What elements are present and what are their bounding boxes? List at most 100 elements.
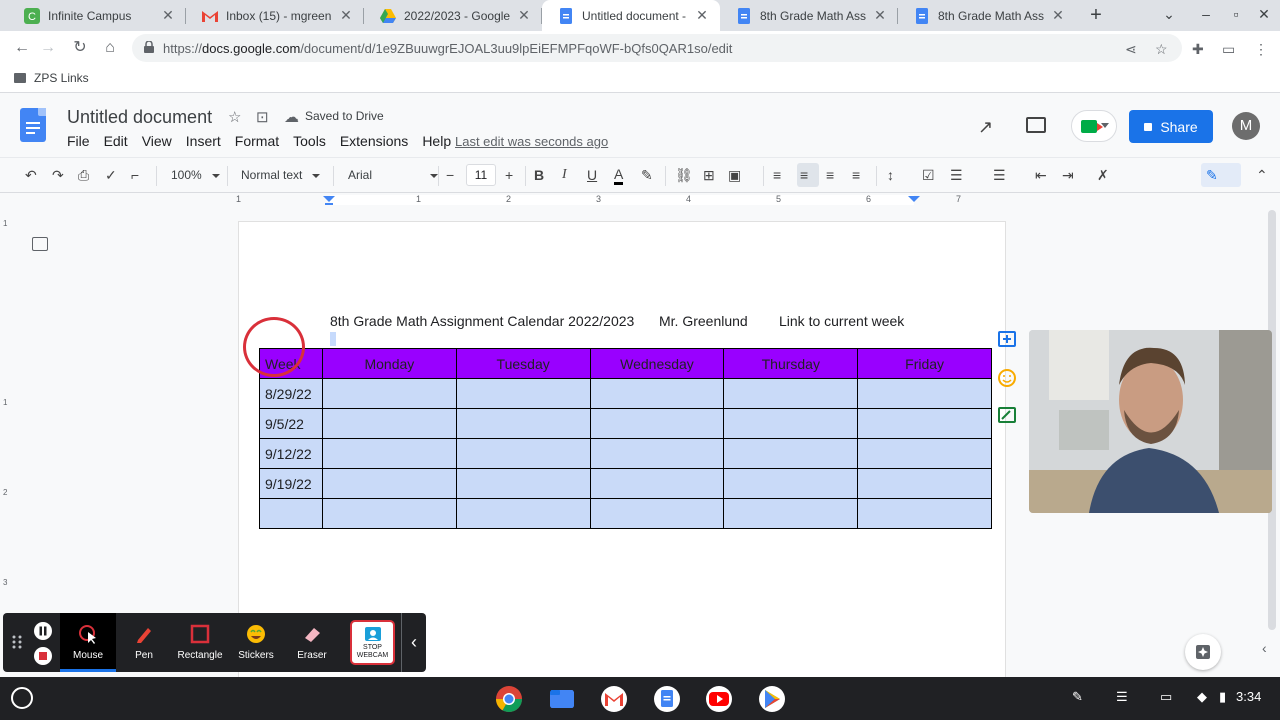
last-edit-link[interactable]: Last edit was seconds ago [455,134,608,149]
print-icon[interactable]: ⎙ [78,167,89,184]
table-cell[interactable] [455,468,591,499]
header-wednesday[interactable]: Wednesday [589,348,725,379]
chrome-icon[interactable] [495,685,523,713]
stop-recording-icon[interactable] [33,646,53,666]
add-comment-icon[interactable]: ⊞ [703,167,715,184]
table-cell[interactable] [589,378,725,409]
spellcheck-icon[interactable]: ✓ [105,167,117,184]
explore-assistant-button[interactable] [1185,634,1221,670]
increase-indent-icon[interactable]: ⇥ [1062,167,1074,184]
bulleted-list-icon[interactable]: ☰ [950,167,963,184]
stylus-icon[interactable]: ✎ [1072,689,1083,705]
stickers-tool-button[interactable]: Stickers [228,613,284,672]
forward-icon[interactable]: → [37,37,59,59]
table-cell[interactable] [455,408,591,439]
clipboard-icon[interactable]: ☰ [1116,689,1128,705]
table-cell[interactable] [455,378,591,409]
activity-trend-icon[interactable]: ↗ [978,117,993,138]
stop-webcam-button[interactable]: STOP WEBCAM [350,620,395,665]
italic-button[interactable]: I [562,167,567,183]
table-cell[interactable] [589,468,725,499]
mouse-tool-button[interactable]: Mouse [60,613,116,672]
close-tab-icon[interactable]: ✕ [694,7,710,24]
text-color-button[interactable]: A [614,167,624,185]
clock[interactable]: 3:34 [1236,689,1261,704]
table-cell[interactable] [857,408,992,439]
menu-format[interactable]: Format [235,133,279,149]
hide-menus-icon[interactable]: ⌃ [1256,167,1268,184]
star-icon[interactable]: ☆ [228,108,241,126]
wifi-icon[interactable]: ◆ [1197,689,1207,705]
pause-icon[interactable] [33,621,53,641]
font-size-input[interactable]: 11 [466,164,496,186]
header-tuesday[interactable]: Tuesday [455,348,591,379]
docs-icon[interactable] [653,685,681,713]
emoji-reaction-icon[interactable] [996,367,1018,389]
minimize-icon[interactable]: – [1196,6,1216,22]
meet-button[interactable] [1071,110,1117,142]
align-center-icon[interactable]: ≡ [800,167,808,183]
week-cell[interactable]: 9/19/22 [259,468,323,499]
tab-infinite-campus[interactable]: C Infinite Campus ✕ [8,0,186,31]
table-cell[interactable] [723,498,859,529]
justify-icon[interactable]: ≡ [852,167,860,183]
table-cell[interactable] [857,498,992,529]
collapse-toolbar-icon[interactable]: ‹ [401,613,426,672]
rectangle-tool-button[interactable]: Rectangle [172,613,228,672]
indent-marker-icon[interactable] [323,196,335,206]
reload-icon[interactable]: ↻ [69,37,91,59]
address-bar[interactable]: https://docs.google.com/document/d/1e9ZB… [132,34,1182,62]
checklist-icon[interactable]: ☑ [922,167,935,184]
table-cell[interactable] [857,468,992,499]
menu-insert[interactable]: Insert [186,133,221,149]
close-window-icon[interactable]: ✕ [1254,6,1274,23]
browser-menu-icon[interactable]: ⋮ [1254,41,1268,58]
bookmark-zps-links[interactable]: ZPS Links [14,71,89,85]
home-icon[interactable]: ⌂ [99,37,121,59]
move-folder-icon[interactable]: ⊡ [256,108,269,126]
share-button[interactable]: Share [1129,110,1213,143]
screen-capture-icon[interactable]: ▭ [1160,689,1172,705]
add-comment-icon[interactable] [996,329,1018,351]
document-title[interactable]: Untitled document [67,107,212,128]
bold-button[interactable]: B [534,167,544,183]
tab-8th-grade-math-2[interactable]: 8th Grade Math Assign ✕ [898,0,1076,31]
decrease-indent-icon[interactable]: ⇤ [1035,167,1047,184]
eraser-tool-button[interactable]: Eraser [284,613,340,672]
table-cell[interactable] [455,438,591,469]
insert-image-icon[interactable]: ▣ [728,167,741,184]
table-cell[interactable] [321,378,457,409]
align-right-icon[interactable]: ≡ [826,167,834,183]
play-store-icon[interactable] [758,685,786,713]
table-cell[interactable] [723,438,859,469]
assignment-calendar-table[interactable]: Week Monday Tuesday Wednesday Thursday F… [259,348,992,529]
link-icon[interactable]: ⛓ [675,167,693,184]
header-friday[interactable]: Friday [857,348,992,379]
menu-tools[interactable]: Tools [293,133,326,149]
close-tab-icon[interactable]: ✕ [1050,7,1066,24]
table-cell[interactable] [857,438,992,469]
table-cell[interactable] [321,408,457,439]
menu-edit[interactable]: Edit [104,133,128,149]
gmail-icon[interactable] [600,685,628,713]
menu-help[interactable]: Help [422,133,451,149]
close-tab-icon[interactable]: ✕ [338,7,354,24]
table-cell[interactable] [723,468,859,499]
highlight-icon[interactable]: ✎ [641,167,653,184]
table-cell[interactable] [321,468,457,499]
drag-handle-icon[interactable] [12,635,22,649]
comment-history-icon[interactable] [1026,117,1046,133]
table-cell[interactable] [723,378,859,409]
current-week-link[interactable]: Link to current week [779,313,904,329]
table-cell[interactable] [589,498,725,529]
maximize-icon[interactable]: ▫ [1226,6,1246,22]
document-outline-icon[interactable] [32,237,48,251]
week-cell[interactable]: 9/12/22 [259,438,323,469]
bookmark-star-icon[interactable]: ☆ [1155,41,1168,58]
font-select[interactable]: Arial [348,168,439,182]
style-select[interactable]: Normal text [241,168,321,182]
menu-extensions[interactable]: Extensions [340,133,408,149]
close-tab-icon[interactable]: ✕ [160,7,176,24]
numbered-list-icon[interactable]: ☰ [993,167,1006,184]
back-icon[interactable]: ← [11,37,33,59]
